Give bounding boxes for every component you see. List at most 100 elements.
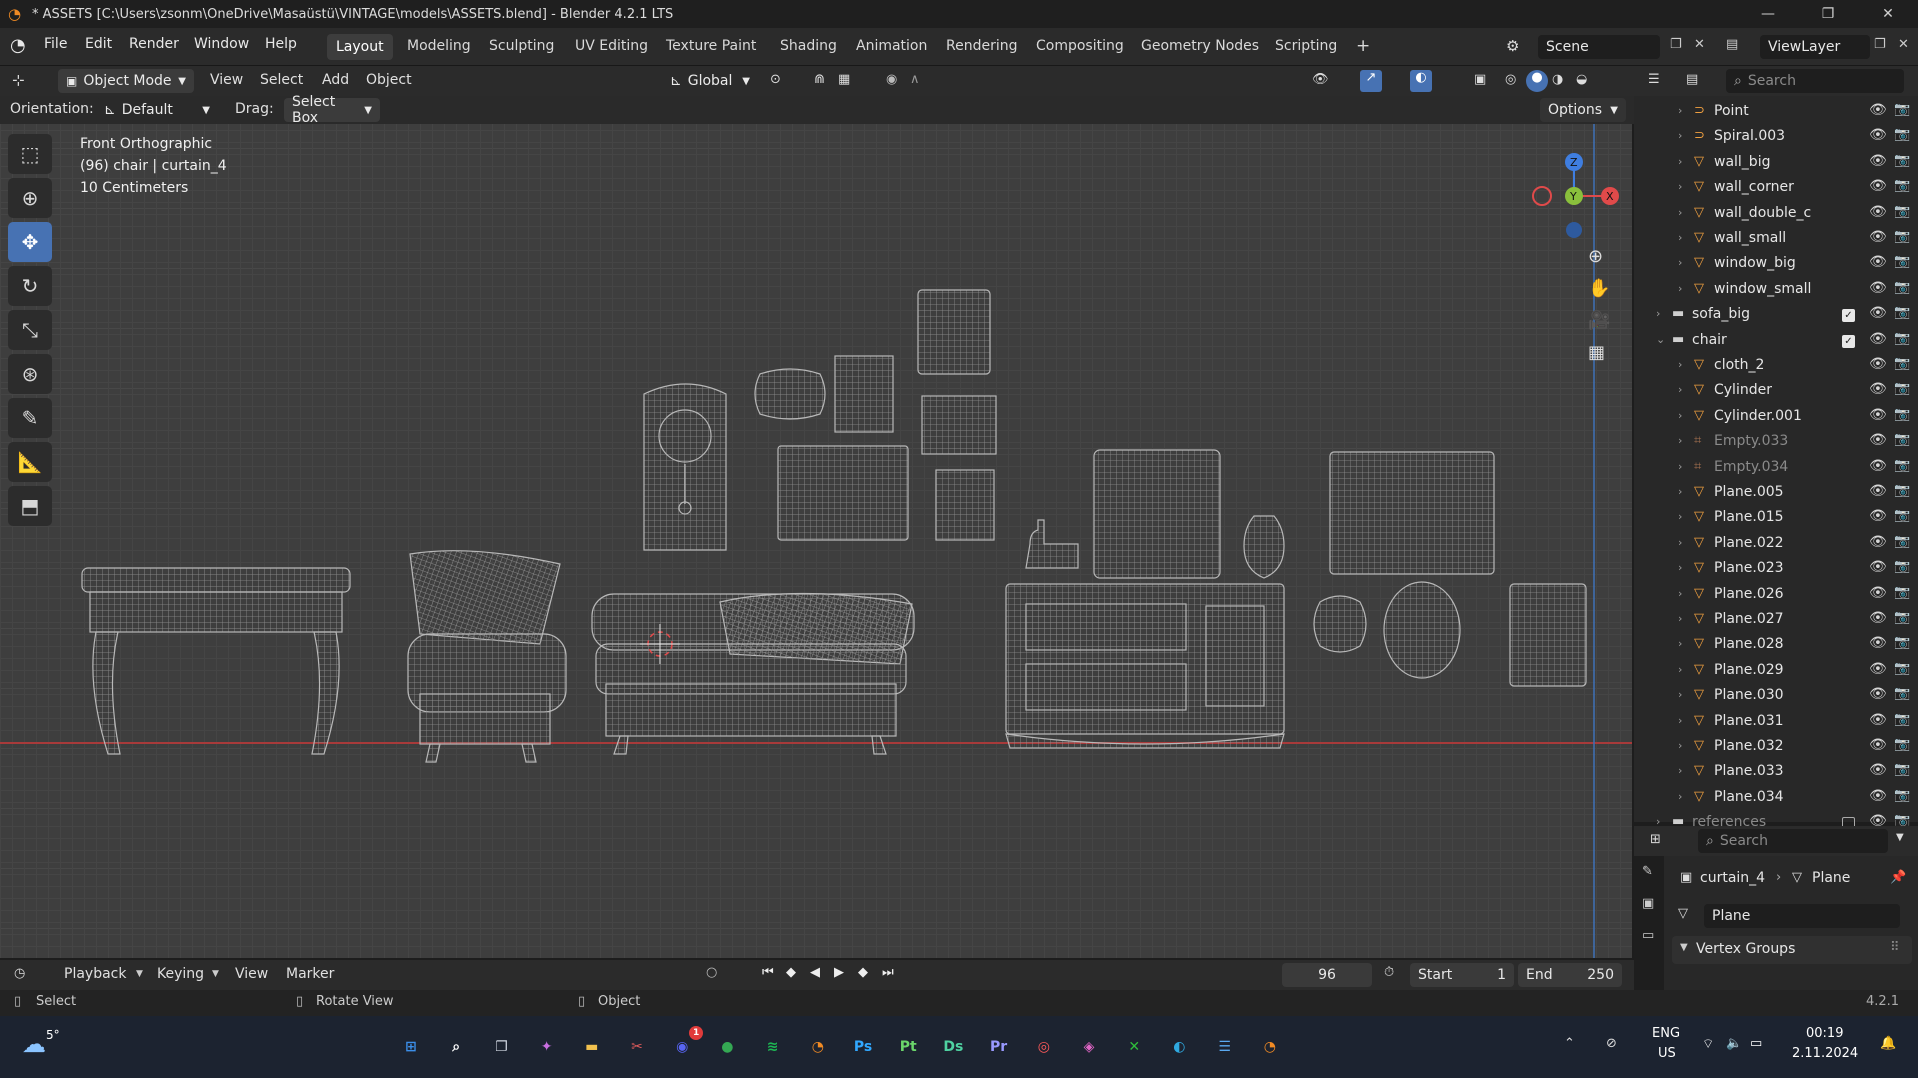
outliner-item[interactable]: › ▽ Plane.028 👁 📷 [1634,633,1918,658]
outliner-editor-icon[interactable]: ☰ [1648,72,1660,87]
expand-icon[interactable]: › [1678,688,1682,701]
taskbar-search-icon[interactable]: ⌕ [439,1030,473,1064]
render-camera-icon[interactable]: 📷 [1894,432,1910,447]
outliner-item[interactable]: › ▽ Plane.031 👁 📷 [1634,710,1918,735]
end-frame-field[interactable]: End 250 [1518,963,1622,987]
expand-icon[interactable]: › [1678,155,1682,168]
outliner-item[interactable]: › ▽ Plane.034 👁 📷 [1634,786,1918,811]
drag-dropdown[interactable]: Select Box ▼ [284,94,380,126]
sofa-object[interactable] [591,592,915,755]
gizmo-neg-z-axis[interactable] [1566,222,1582,238]
menu-object[interactable]: Object [366,72,412,88]
expand-icon[interactable]: › [1678,460,1682,473]
outliner-item[interactable]: › ▽ cloth_2 👁 📷 [1634,354,1918,379]
blender-menu-icon[interactable]: ◔ [10,35,26,56]
outliner-item[interactable]: › ⊃ Spiral.003 👁 📷 [1634,125,1918,150]
render-camera-icon[interactable]: 📷 [1894,305,1910,320]
render-camera-icon[interactable]: 📷 [1894,661,1910,676]
outliner-item[interactable]: › ▽ Plane.032 👁 📷 [1634,735,1918,760]
expand-icon[interactable]: › [1678,129,1682,142]
render-camera-icon[interactable]: 📷 [1894,483,1910,498]
visibility-eye-icon[interactable]: 👁 [1869,331,1887,347]
tab-layout[interactable]: Layout [327,34,393,60]
play-icon[interactable]: ▶ [834,965,844,980]
menu-window[interactable]: Window [194,36,249,52]
chevron-down-icon[interactable]: ▼ [1896,832,1904,843]
render-camera-icon[interactable]: 📷 [1894,559,1910,574]
taskbar-painter-icon[interactable]: Pt [891,1030,925,1064]
render-camera-icon[interactable]: 📷 [1894,762,1910,777]
stopwatch-icon[interactable]: ⏱ [1384,965,1394,980]
taskbar-edge-icon[interactable]: ◐ [1162,1030,1196,1064]
menu-select[interactable]: Select [260,72,303,88]
expand-icon[interactable]: › [1678,510,1682,523]
pin-icon[interactable]: 📌 [1890,870,1906,885]
proportional-edit-icon[interactable]: ◉ [886,72,897,87]
menu-file[interactable]: File [44,36,67,52]
auto-key-icon[interactable]: ○ [706,965,717,980]
render-camera-icon[interactable]: 📷 [1894,788,1910,803]
expand-icon[interactable]: › [1678,206,1682,219]
pivot-icon[interactable]: ⊙ [770,72,781,87]
expand-icon[interactable]: › [1678,104,1682,117]
visibility-eye-icon[interactable]: 👁 [1869,432,1887,448]
orientation-dropdown[interactable]: ⊾ Default ▼ [96,98,218,122]
armchair-object[interactable] [407,550,567,763]
taskbar-file-explorer-icon[interactable]: ▬ [575,1030,609,1064]
outliner-item[interactable]: › ▽ Plane.026 👁 📷 [1634,583,1918,608]
menu-marker[interactable]: Marker [286,966,334,982]
scene-selector[interactable]: Scene [1538,35,1660,59]
outliner-item[interactable]: › ▽ Plane.030 👁 📷 [1634,684,1918,709]
mesh-name-field[interactable]: Plane [1704,904,1900,928]
display-mode-icon[interactable]: ▤ [1686,72,1698,87]
rendered-shading-icon[interactable]: ◒ [1576,72,1587,87]
render-camera-icon[interactable]: 📷 [1894,610,1910,625]
clock-time[interactable]: 00:19 [1806,1026,1843,1041]
clock-date[interactable]: 2.11.2024 [1792,1046,1858,1061]
expand-icon[interactable]: › [1678,231,1682,244]
taskbar-creative-cloud-icon[interactable]: ◎ [1027,1030,1061,1064]
current-frame-field[interactable]: 96 [1282,963,1372,987]
taskbar-task-view-icon[interactable]: ❐ [484,1030,518,1064]
outliner-search-input[interactable]: ⌕ Search [1726,69,1904,93]
render-camera-icon[interactable]: 📷 [1894,280,1910,295]
visibility-eye-icon[interactable]: 👁 [1869,381,1887,397]
outliner-item[interactable]: › ▽ Plane.033 👁 📷 [1634,760,1918,785]
render-camera-icon[interactable]: 📷 [1894,127,1910,142]
outliner-item[interactable]: › ⌗ Empty.034 👁 📷 [1634,456,1918,481]
desk-object[interactable] [81,567,351,755]
outliner-item[interactable]: › ▽ window_small 👁 📷 [1634,278,1918,303]
visibility-eye-icon[interactable]: 👁 [1869,229,1887,245]
outliner-item[interactable]: › ▬ sofa_big ✓ 👁 📷 [1634,303,1918,328]
tab-geometry-nodes[interactable]: Geometry Nodes [1132,36,1268,56]
render-camera-icon[interactable]: 📷 [1894,254,1910,269]
tab-compositing[interactable]: Compositing [1027,36,1133,56]
snap-icon[interactable]: ⋒ [814,72,825,87]
new-scene-icon[interactable]: ❐ [1670,37,1682,52]
camera-view-icon[interactable]: 🎥 [1588,310,1618,342]
tab-texture-paint[interactable]: Texture Paint [657,36,765,56]
expand-icon[interactable]: › [1656,307,1660,320]
visibility-eye-icon[interactable]: 👁 [1869,356,1887,372]
visibility-eye-icon[interactable]: 👁 [1869,280,1887,296]
breadcrumb-object[interactable]: curtain_4 [1700,870,1765,886]
material-shading-icon[interactable]: ◑ [1552,72,1563,87]
pan-hand-icon[interactable]: ✋ [1588,278,1618,310]
outliner-item[interactable]: › ⌗ Empty.033 👁 📷 [1634,430,1918,455]
next-keyframe-icon[interactable]: ◆ [858,965,868,980]
visibility-eye-icon[interactable]: 👁 [1869,661,1887,677]
expand-icon[interactable]: › [1678,764,1682,777]
outliner-item[interactable]: › ▽ wall_big 👁 📷 [1634,151,1918,176]
jump-start-icon[interactable]: ⏮ [762,965,774,980]
notification-bell-icon[interactable]: 🔔 [1880,1036,1896,1051]
outliner-item[interactable]: › ⊃ Point 👁 📷 [1634,100,1918,125]
render-tab-icon[interactable]: ▣ [1634,888,1664,920]
visibility-eye-icon[interactable]: 👁 [1869,458,1887,474]
expand-icon[interactable]: › [1678,536,1682,549]
menu-edit[interactable]: Edit [85,36,112,52]
timeline-editor-icon[interactable]: ◷ [14,966,25,981]
mode-selector[interactable]: ▣ Object Mode ▼ [58,69,194,93]
exclude-checkbox[interactable]: ✓ [1842,309,1855,323]
taskbar-copilot-icon[interactable]: ✦ [530,1030,564,1064]
add-workspace-button[interactable]: + [1347,34,1379,58]
